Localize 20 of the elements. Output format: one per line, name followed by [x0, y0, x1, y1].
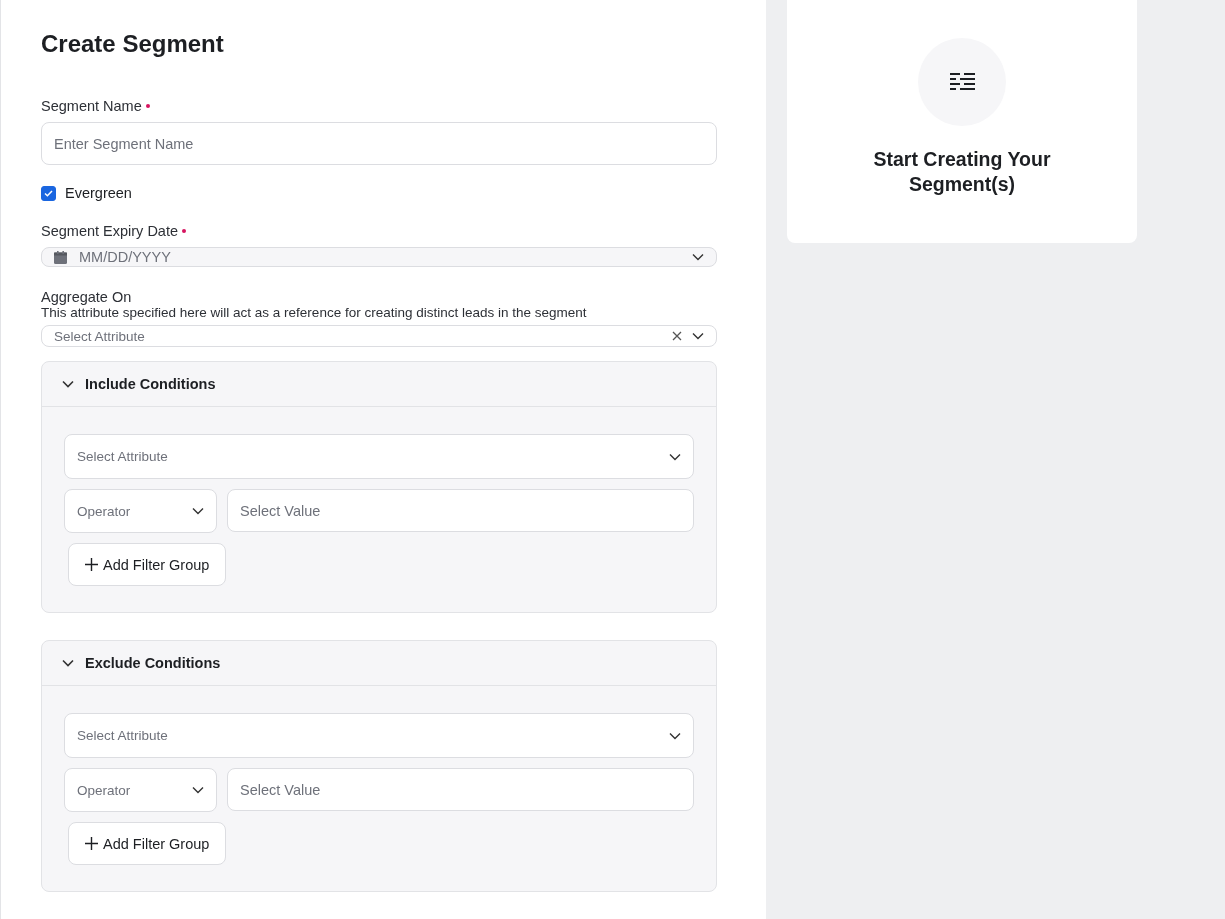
- value-field[interactable]: Select Value: [227, 768, 694, 811]
- add-filter-group-button[interactable]: Add Filter Group: [68, 822, 227, 865]
- operator-select[interactable]: Operator: [64, 768, 217, 812]
- add-filter-group-button[interactable]: Add Filter Group: [68, 543, 227, 586]
- date-field[interactable]: MM/DD/YYYY: [41, 247, 717, 268]
- value-field[interactable]: Select Value: [227, 489, 694, 532]
- empty-state-title: Start Creating Your Segment(s): [872, 147, 1052, 198]
- section-title[interactable]: Exclude Conditions: [85, 655, 221, 671]
- attribute-select[interactable]: Select Attribute: [41, 325, 717, 347]
- segment-name-field[interactable]: Enter Segment Name: [41, 122, 717, 165]
- attribute-select[interactable]: Select Attribute: [64, 713, 694, 758]
- field-label: Segment Name: [41, 98, 142, 114]
- checkbox-label: Evergreen: [65, 185, 132, 201]
- field-label: Aggregate On: [41, 289, 132, 306]
- page-title: Create Segment: [41, 30, 225, 58]
- attribute-select[interactable]: Select Attribute: [64, 434, 694, 479]
- operator-select[interactable]: Operator: [64, 489, 217, 533]
- field-label: Segment Expiry Date: [41, 223, 178, 239]
- section-title[interactable]: Include Conditions: [85, 376, 216, 392]
- field-description: This attribute specified here will act as a reference for creating distinct leads in the segment: [41, 305, 588, 321]
